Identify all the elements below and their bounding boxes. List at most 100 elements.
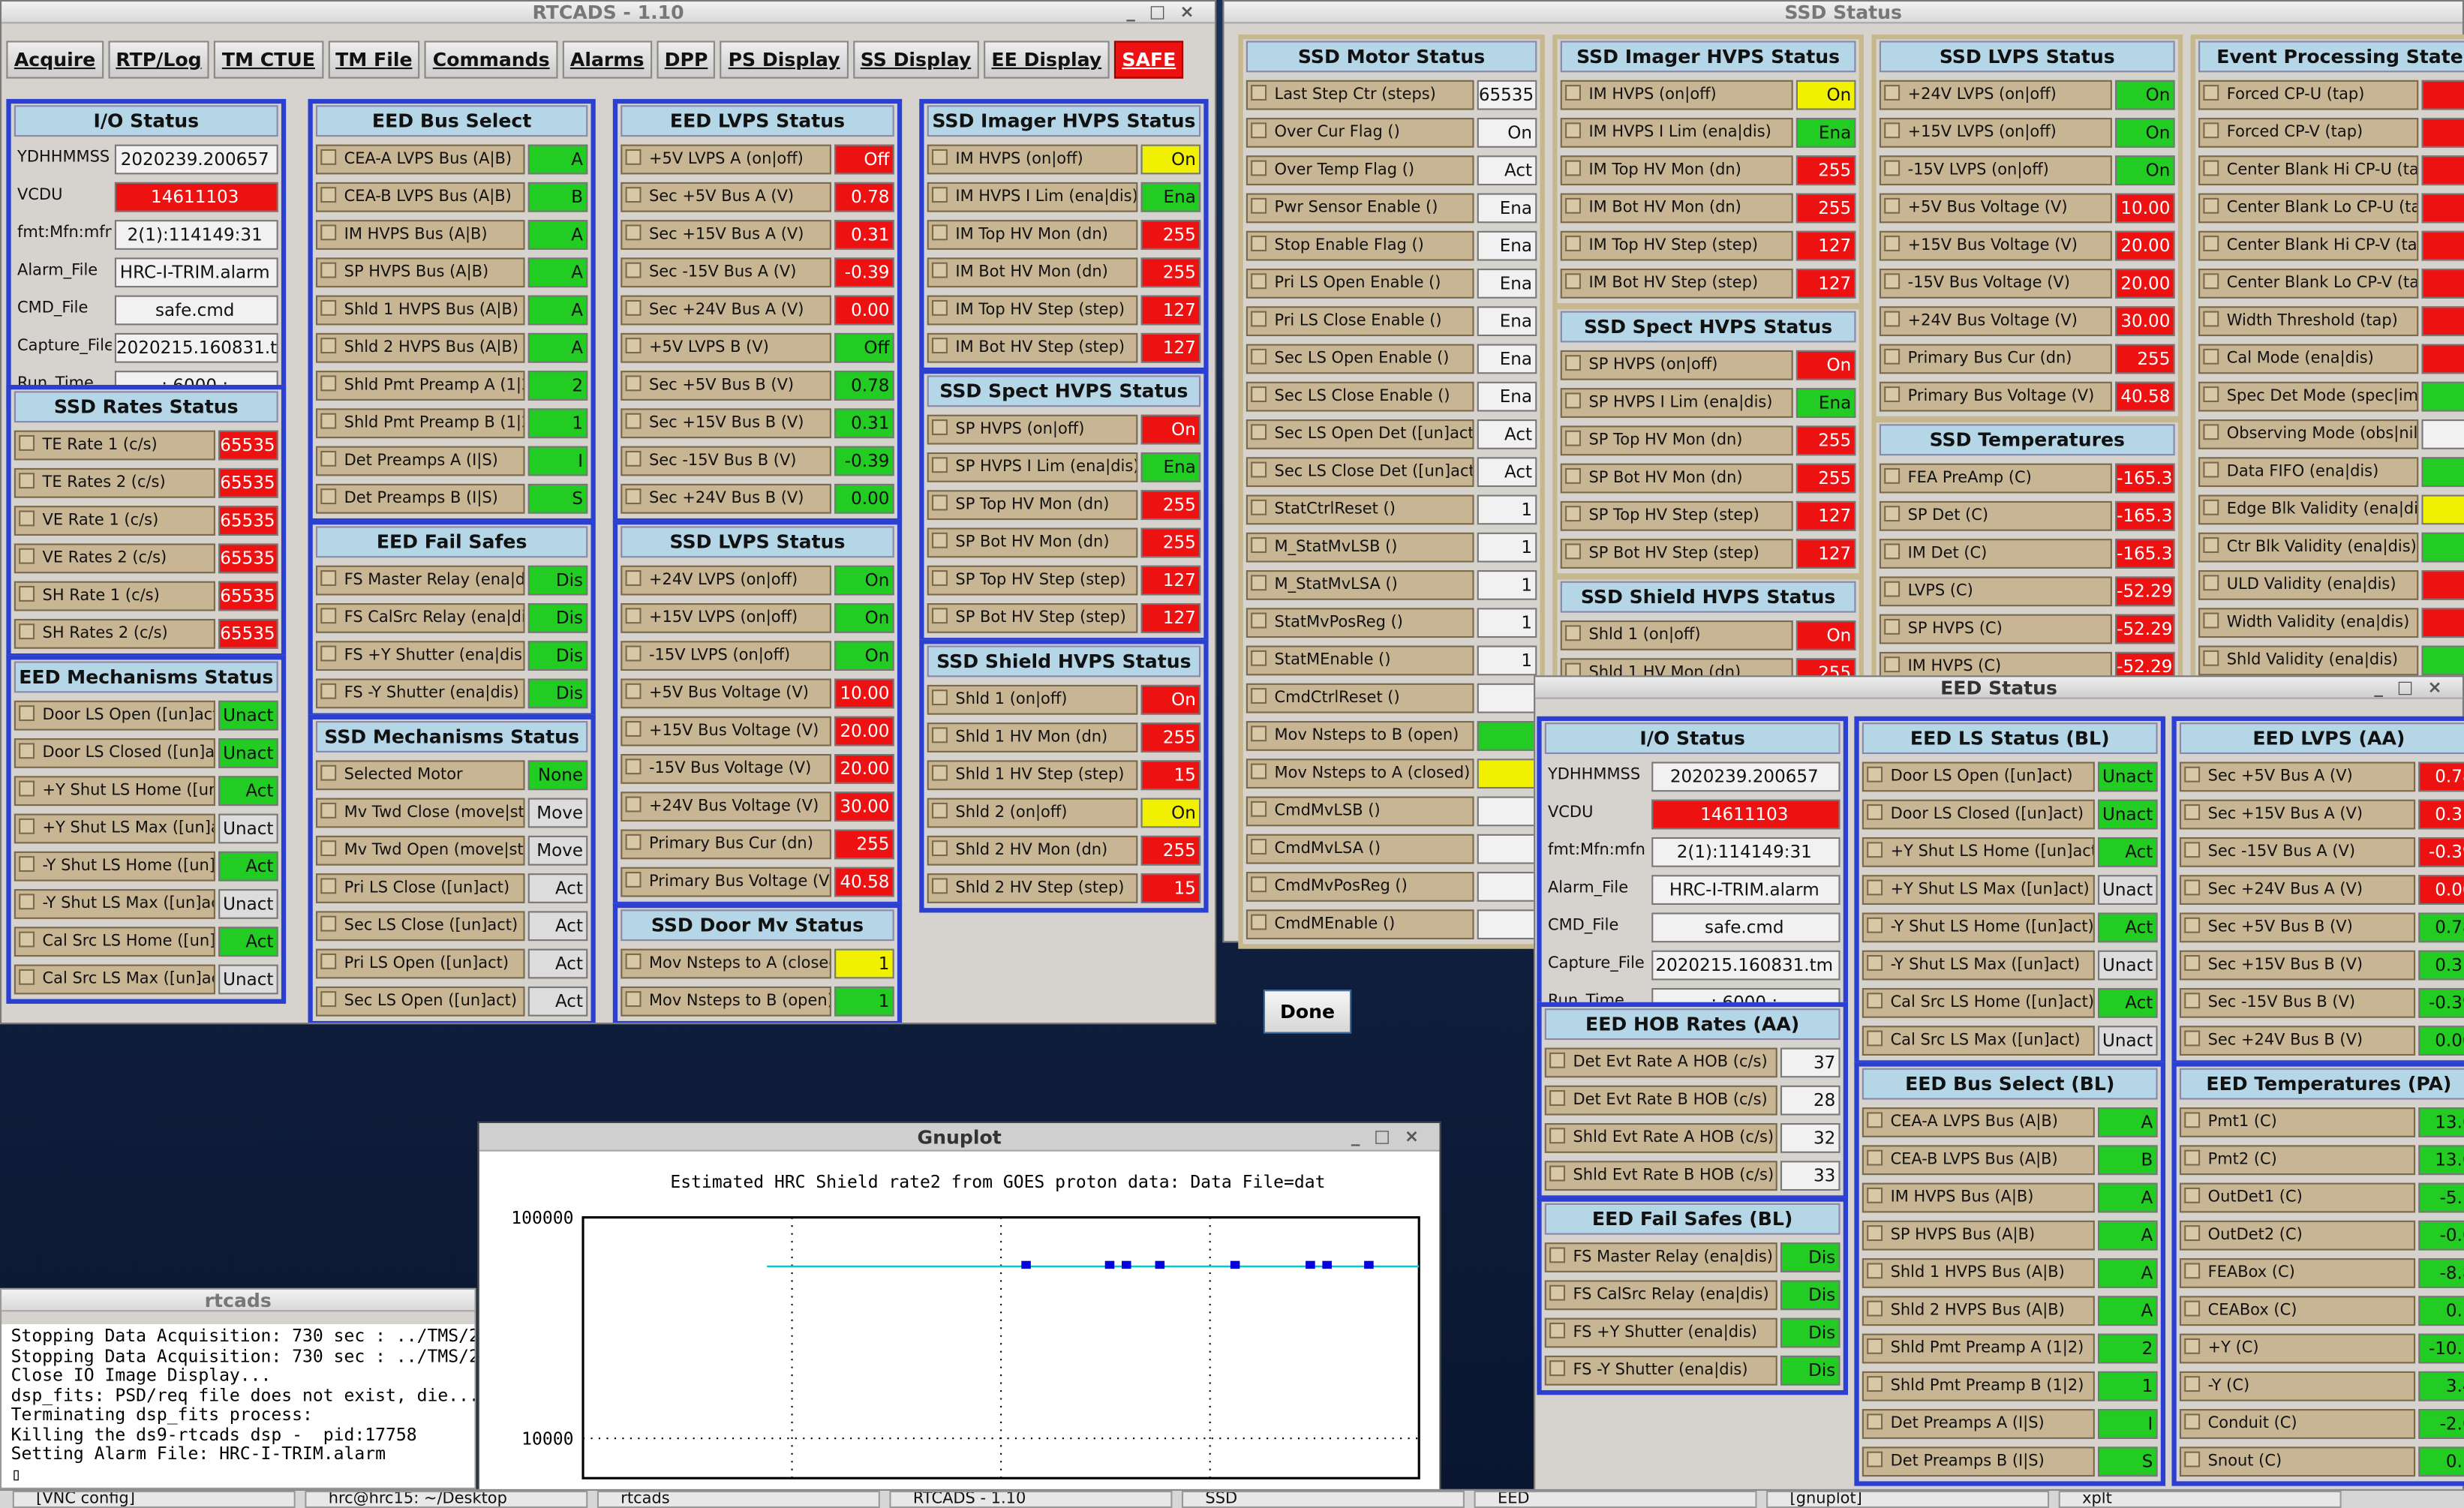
status-label[interactable]: Cal Src LS Home ([un]act)	[14, 926, 215, 957]
status-label[interactable]: Capture_File	[1544, 949, 1649, 980]
status-label[interactable]: fmt:Mfn:mfn	[1544, 836, 1649, 867]
done-button[interactable]: Done	[1263, 990, 1352, 1034]
menu-ee-display[interactable]: EE Display	[983, 41, 1110, 79]
status-label[interactable]: StatMEnable ()	[1246, 644, 1474, 675]
status-label[interactable]: Shld Pmt Preamp A (1|2)	[315, 370, 525, 400]
status-label[interactable]: OutDet1 (C)	[2179, 1182, 2416, 1212]
status-label[interactable]: M_StatMvLSA ()	[1246, 569, 1474, 599]
status-label[interactable]: CmdMvPosReg ()	[1246, 870, 1474, 901]
status-label[interactable]: Shld 1 HV Step (step)	[927, 759, 1138, 790]
taskbar-item[interactable]: rtcads	[596, 1490, 880, 1508]
status-label[interactable]: IM Bot HV Mon (dn)	[927, 257, 1138, 287]
window-controls-icon[interactable]: _□×	[1351, 1123, 1433, 1152]
status-label[interactable]: Mv Twd Open (move|stop)	[315, 834, 525, 865]
status-label[interactable]: Sec LS Close Det ([un]act)	[1246, 456, 1474, 487]
status-label[interactable]: Mov Nsteps to A (closed)	[1246, 758, 1474, 789]
status-label[interactable]: SP Top HV Step (step)	[927, 564, 1138, 595]
status-label[interactable]: Alarm_File	[14, 257, 112, 287]
status-label[interactable]: -Y Shut LS Max ([un]act)	[1862, 949, 2095, 980]
taskbar-item[interactable]: [VNC config]	[12, 1490, 296, 1508]
status-label[interactable]: Sec -15V Bus A (V)	[621, 257, 831, 287]
status-label[interactable]: +Y Shut LS Home ([un]act)	[1862, 836, 2095, 867]
status-label[interactable]: Door LS Open ([un]act)	[14, 699, 215, 730]
status-label[interactable]: Sec LS Open ([un]act)	[315, 985, 525, 1016]
taskbar-item[interactable]: SSD	[1181, 1490, 1465, 1508]
status-label[interactable]: FS Master Relay (ena|dis)	[1544, 1242, 1777, 1272]
status-label[interactable]: SP Det (C)	[1879, 500, 2112, 530]
status-label[interactable]: Shld Pmt Preamp B (1|2)	[1862, 1370, 2095, 1401]
status-label[interactable]: ULD Validity (ena|dis)	[2198, 569, 2419, 599]
status-label[interactable]: FS CalSrc Relay (ena|dis)	[315, 602, 525, 632]
status-label[interactable]: OutDet2 (C)	[2179, 1219, 2416, 1250]
taskbar-item[interactable]: RTCADS - 1.10	[889, 1490, 1173, 1508]
status-label[interactable]: Capture_File	[14, 332, 112, 362]
status-label[interactable]: Shld 1 HVPS Bus (A|B)	[1862, 1257, 2095, 1287]
status-label[interactable]: Conduit (C)	[2179, 1408, 2416, 1438]
status-label[interactable]: CMD_File	[14, 294, 112, 325]
status-label[interactable]: M_StatMvLSB ()	[1246, 531, 1474, 562]
status-label[interactable]: Shld 2 HV Step (step)	[927, 873, 1138, 903]
status-label[interactable]: CEA-A LVPS Bus (A|B)	[1862, 1107, 2095, 1137]
status-label[interactable]: SP HVPS (C)	[1879, 613, 2112, 644]
status-label[interactable]: SP HVPS (on|off)	[1560, 349, 1793, 380]
status-label[interactable]: Center Blank Hi CP-V (tap)	[2198, 230, 2419, 260]
menu-tm-file[interactable]: TM File	[327, 41, 420, 79]
status-label[interactable]: Shld 2 HVPS Bus (A|B)	[315, 332, 525, 362]
status-label[interactable]: FEABox (C)	[2179, 1257, 2416, 1287]
status-label[interactable]: CMD_File	[1544, 912, 1649, 942]
status-label[interactable]: FS -Y Shutter (ena|dis)	[315, 677, 525, 708]
status-label[interactable]: Over Cur Flag ()	[1246, 116, 1474, 147]
status-label[interactable]: +Y Shut LS Max ([un]act)	[14, 813, 215, 843]
status-label[interactable]: Primary Bus Voltage (V)	[621, 866, 831, 897]
status-label[interactable]: SP Top HV Step (step)	[1560, 500, 1793, 530]
status-label[interactable]: IM Bot HV Step (step)	[1560, 267, 1793, 298]
status-label[interactable]: Shld Evt Rate A HOB (c/s)	[1544, 1122, 1777, 1152]
status-label[interactable]: IM Bot HV Mon (dn)	[1560, 192, 1793, 223]
status-label[interactable]: Det Preamps A (I|S)	[315, 445, 525, 476]
status-label[interactable]: Snout (C)	[2179, 1446, 2416, 1476]
status-label[interactable]: Cal Src LS Max ([un]act)	[1862, 1025, 2095, 1055]
status-label[interactable]: Shld 1 (on|off)	[927, 683, 1138, 714]
status-label[interactable]: StatCtrlReset ()	[1246, 494, 1474, 524]
status-label[interactable]: Shld Validity (ena|dis)	[2198, 644, 2419, 675]
status-label[interactable]: -15V LVPS (on|off)	[621, 640, 831, 670]
status-label[interactable]: YDHHMMSS	[14, 143, 112, 174]
status-label[interactable]: CEA-B LVPS Bus (A|B)	[315, 181, 525, 212]
status-label[interactable]: Spec Det Mode (spec|img)	[2198, 380, 2419, 411]
status-label[interactable]: SP Top HV Mon (dn)	[927, 489, 1138, 519]
status-label[interactable]: +Y Shut LS Home ([un]act)	[14, 775, 215, 806]
status-label[interactable]: Sec -15V Bus A (V)	[2179, 836, 2416, 867]
status-label[interactable]: Sec +15V Bus A (V)	[621, 219, 831, 249]
status-label[interactable]: Det Preamps A (I|S)	[1862, 1408, 2095, 1438]
terminal-titlebar[interactable]: rtcads	[2, 1289, 475, 1312]
status-label[interactable]: Primary Bus Cur (dn)	[621, 828, 831, 859]
status-label[interactable]: +24V Bus Voltage (V)	[1879, 305, 2112, 336]
status-label[interactable]: FS -Y Shutter (ena|dis)	[1544, 1354, 1777, 1385]
status-label[interactable]: FS Master Relay (ena|dis)	[315, 564, 525, 595]
status-label[interactable]: Shld 2 HVPS Bus (A|B)	[1862, 1295, 2095, 1326]
status-label[interactable]: Sec +24V Bus A (V)	[621, 294, 831, 325]
status-label[interactable]: Pri LS Close Enable ()	[1246, 305, 1474, 336]
status-label[interactable]: SP Bot HV Mon (dn)	[1560, 462, 1793, 493]
gnuplot-titlebar[interactable]: Gnuplot _□×	[479, 1123, 1440, 1152]
status-label[interactable]: Door LS Closed ([un]act)	[14, 737, 215, 768]
status-label[interactable]: Mov Nsteps to A (closed)	[621, 948, 831, 978]
menu-dpp[interactable]: DPP	[657, 41, 716, 79]
status-label[interactable]: +5V LVPS A (on|off)	[621, 143, 831, 174]
status-label[interactable]: Sec +15V Bus B (V)	[2179, 949, 2416, 980]
status-label[interactable]: SP Bot HV Mon (dn)	[927, 527, 1138, 557]
status-label[interactable]: Cal Mode (ena|dis)	[2198, 343, 2419, 374]
status-label[interactable]: -Y Shut LS Max ([un]act)	[14, 888, 215, 918]
status-label[interactable]: Width Validity (ena|dis)	[2198, 607, 2419, 638]
status-label[interactable]: VE Rates 2 (c/s)	[14, 542, 215, 573]
menu-acquire[interactable]: Acquire	[6, 41, 104, 79]
status-label[interactable]: VCDU	[14, 181, 112, 212]
status-label[interactable]: VE Rate 1 (c/s)	[14, 505, 215, 535]
status-label[interactable]: IM HVPS Bus (A|B)	[315, 219, 525, 249]
window-controls-icon[interactable]: _□×	[1126, 2, 1208, 23]
status-label[interactable]: IM Top HV Mon (dn)	[1560, 155, 1793, 185]
status-label[interactable]: +24V Bus Voltage (V)	[621, 791, 831, 821]
status-label[interactable]: Alarm_File	[1544, 874, 1649, 904]
status-label[interactable]: Cal Src LS Max ([un]act)	[14, 963, 215, 994]
status-label[interactable]: +5V LVPS B (V)	[621, 332, 831, 362]
